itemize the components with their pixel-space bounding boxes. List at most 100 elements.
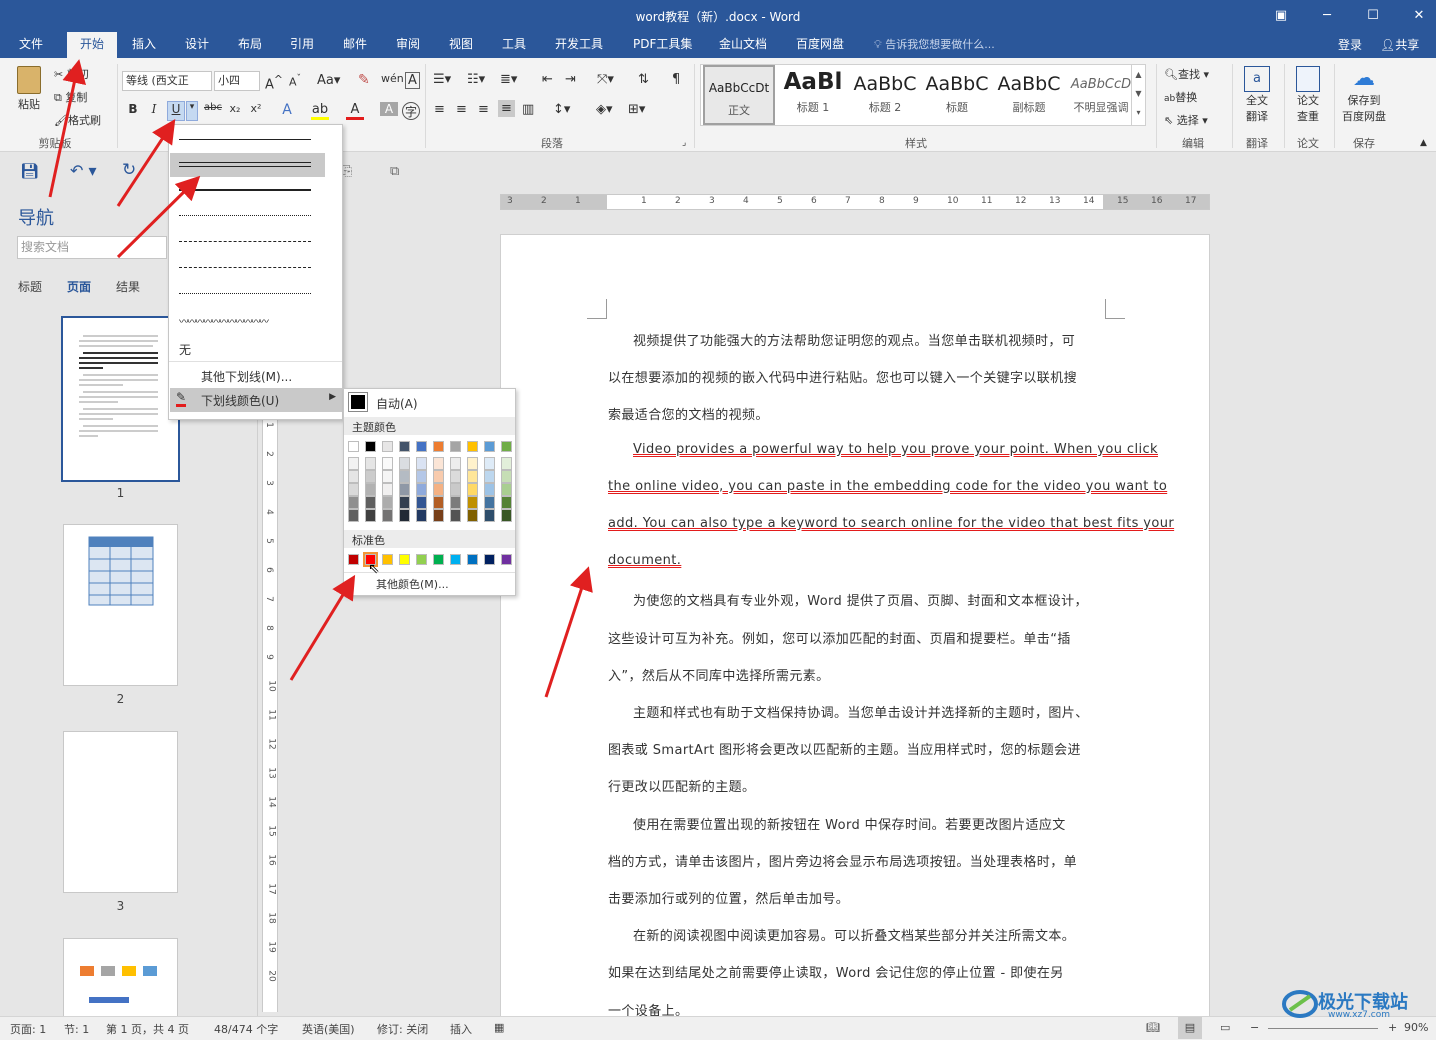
underline-none[interactable]: 无 [179, 341, 191, 358]
theme-color-shade[interactable] [399, 457, 410, 470]
style-heading-2[interactable]: AaBbC 标题 2 [849, 65, 921, 125]
underlined-text-line[interactable]: add. You can also type a keyword to sear… [608, 516, 1174, 531]
theme-color-shade[interactable] [484, 457, 495, 470]
shading-icon[interactable]: ◈▾ [596, 102, 613, 117]
vertical-ruler[interactable]: 1 2 3 4 5 6 7 8 9 10 11 12 13 14 15 16 17 18 19 20 [262, 400, 278, 1012]
underline-single[interactable] [177, 129, 313, 149]
zoom-slider[interactable] [1268, 1028, 1378, 1029]
theme-color-shade[interactable] [348, 470, 359, 483]
font-color-icon[interactable]: A [346, 102, 364, 120]
tab-home[interactable]: 开始 [67, 32, 117, 58]
tell-me-box[interactable]: 💡︎ 告诉我您想要做什么... [874, 32, 995, 58]
superscript-icon[interactable]: x² [247, 102, 265, 115]
standard-color-swatch[interactable] [348, 554, 359, 565]
tab-review[interactable]: 审阅 [390, 32, 426, 58]
text-effects-icon[interactable]: A [278, 102, 296, 118]
auto-color[interactable]: 自动(A) [348, 392, 514, 414]
subscript-icon[interactable]: x₂ [226, 102, 244, 115]
theme-color-shade[interactable] [467, 509, 478, 522]
text-line[interactable]: 行更改以匹配新的主题。 [608, 776, 1104, 795]
theme-color-shade[interactable] [467, 483, 478, 496]
share-button[interactable]: 👤︎共享 [1380, 32, 1419, 58]
underline-dash-dot[interactable] [177, 257, 313, 277]
theme-color-shade[interactable] [365, 483, 376, 496]
tab-pdf[interactable]: PDF工具集 [627, 32, 698, 58]
phonetic-guide-icon[interactable]: wén [381, 72, 404, 85]
theme-color-swatch[interactable] [348, 441, 359, 452]
theme-color-shade[interactable] [433, 457, 444, 470]
styles-scroll[interactable]: ▲ ▼ ▾ [1131, 65, 1145, 125]
tab-mailings[interactable]: 邮件 [337, 32, 373, 58]
standard-color-swatch[interactable] [433, 554, 444, 565]
theme-color-shade[interactable] [433, 470, 444, 483]
theme-color-shade[interactable] [433, 496, 444, 509]
copy-button[interactable]: ⧉ 复制 [54, 89, 87, 105]
multilevel-list-icon[interactable]: ≣▾ [500, 72, 517, 87]
theme-color-shade[interactable] [501, 496, 512, 509]
chinese-layout-icon[interactable]: ⤧▾ [597, 72, 614, 87]
theme-color-shade[interactable] [399, 509, 410, 522]
theme-color-swatch[interactable] [501, 441, 512, 452]
underline-dashed[interactable] [177, 231, 313, 251]
text-line[interactable]: 为使您的文档具有专业外观，Word 提供了页眉、页脚、封面和文本框设计， [633, 590, 1104, 609]
text-line[interactable]: 主题和样式也有助于文档保持协调。当您单击设计并选择新的主题时，图片、 [633, 702, 1104, 721]
cut-button[interactable]: ✂ 剪切 [54, 66, 89, 82]
nav-tab-results[interactable]: 结果 [116, 278, 140, 295]
print-layout-icon[interactable]: ▤ [1178, 1017, 1202, 1039]
page-thumbnail-4[interactable] [63, 938, 178, 1016]
read-mode-icon[interactable]: 📖︎ [1146, 1021, 1160, 1034]
underline-double[interactable] [170, 153, 325, 177]
search-input[interactable]: 搜索文档 [17, 236, 167, 259]
more-underlines[interactable]: 其他下划线(M)... [201, 368, 292, 385]
theme-color-shade[interactable] [416, 509, 427, 522]
enclose-char-icon[interactable]: 字 [402, 102, 420, 120]
theme-color-shade[interactable] [416, 496, 427, 509]
theme-color-shade[interactable] [416, 483, 427, 496]
text-line[interactable]: 以在想要添加的视频的嵌入代码中进行粘贴。您也可以键入一个关键字以联机搜 [608, 367, 1104, 386]
style-heading-1[interactable]: AaBl 标题 1 [777, 65, 849, 125]
undo-icon[interactable]: ↶ ▾ [70, 161, 97, 180]
text-line[interactable]: 这些设计可互为补充。例如，您可以添加匹配的封面、页眉和提要栏。单击“插 [608, 628, 1104, 647]
standard-color-swatch[interactable] [450, 554, 461, 565]
theme-color-shade[interactable] [416, 457, 427, 470]
collapse-ribbon-icon[interactable]: ▲ [1420, 138, 1427, 148]
theme-color-shade[interactable] [382, 457, 393, 470]
theme-color-shade[interactable] [501, 483, 512, 496]
change-case-icon[interactable]: Aa▾ [317, 73, 340, 88]
paste-button[interactable]: 粘贴 [14, 66, 44, 112]
strikethrough-icon[interactable]: abc [202, 102, 224, 113]
theme-color-shade[interactable] [501, 509, 512, 522]
underlined-text-line[interactable]: Video provides a powerful way to help yo… [633, 442, 1158, 457]
bullets-icon[interactable]: ☰▾ [433, 72, 451, 87]
style-subtle-emphasis[interactable]: AaBbCcD 不明显强调 [1065, 65, 1137, 125]
theme-color-swatch[interactable] [416, 441, 427, 452]
clear-format-icon[interactable]: ✎ [358, 72, 370, 88]
borders-icon[interactable]: ⊞▾ [628, 102, 645, 117]
theme-color-shade[interactable] [382, 496, 393, 509]
tab-baidu-netdisk[interactable]: 百度网盘 [790, 32, 850, 58]
text-line[interactable]: 如果在达到结尾处之前需要停止读取，Word 会记住您的停止位置 - 即使在另 [608, 962, 1104, 981]
close-button[interactable]: ✕ [1396, 0, 1436, 32]
theme-color-shade[interactable] [450, 457, 461, 470]
theme-color-shade[interactable] [348, 496, 359, 509]
theme-color-swatch[interactable] [433, 441, 444, 452]
numbering-icon[interactable]: ☷▾ [467, 72, 485, 87]
theme-color-shade[interactable] [484, 496, 495, 509]
zoom-in-icon[interactable]: + [1388, 1021, 1397, 1034]
underlined-text-line[interactable]: the online video, you can paste in the e… [608, 479, 1167, 494]
text-line[interactable]: 档的方式，请单击该图片，图片旁边将会显示布局选项按钮。当处理表格时，单 [608, 851, 1104, 870]
theme-color-shade[interactable] [501, 457, 512, 470]
standard-color-swatch[interactable] [382, 554, 393, 565]
theme-color-shade[interactable] [416, 470, 427, 483]
decrease-indent-icon[interactable]: ⇤ [542, 72, 553, 87]
web-layout-icon[interactable]: ▭ [1220, 1021, 1230, 1034]
tab-tools[interactable]: 工具 [496, 32, 532, 58]
tab-design[interactable]: 设计 [179, 32, 215, 58]
text-line[interactable]: 入”，然后从不同库中选择所需元素。 [608, 665, 1104, 684]
maximize-button[interactable]: ☐ [1350, 0, 1396, 32]
theme-color-shade[interactable] [433, 509, 444, 522]
theme-color-shade[interactable] [382, 470, 393, 483]
theme-color-shade[interactable] [450, 509, 461, 522]
underline-dash-dot-dot[interactable] [177, 283, 313, 303]
page-thumbnail-1[interactable] [61, 316, 180, 482]
